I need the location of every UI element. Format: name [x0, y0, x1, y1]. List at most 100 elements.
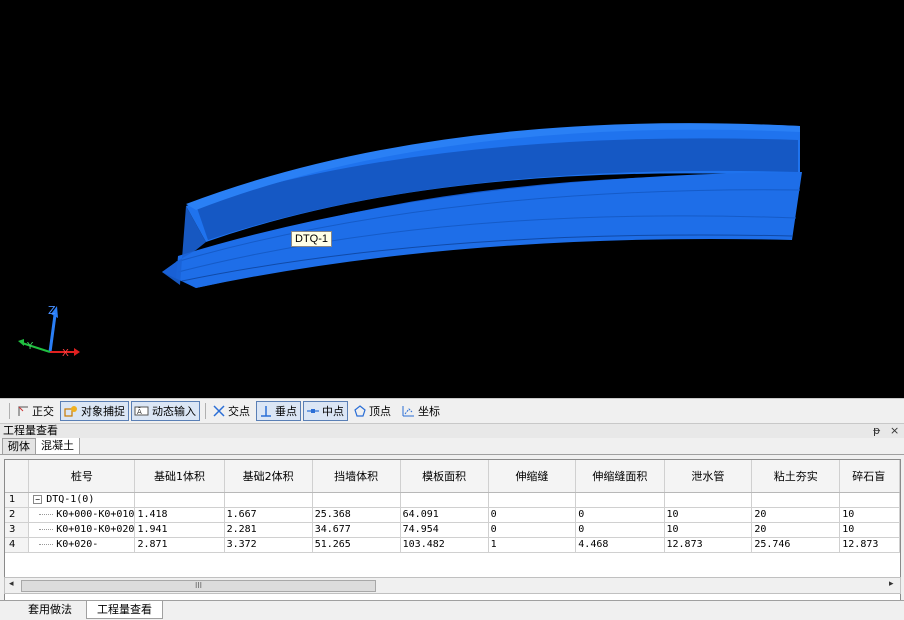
tree-branch: [39, 528, 54, 530]
column-header[interactable]: 泄水管: [664, 460, 753, 493]
table-cell[interactable]: 1.667: [224, 507, 313, 523]
horizontal-scrollbar[interactable]: ◂ III ▸: [4, 577, 901, 594]
row-number: 1: [5, 492, 30, 508]
column-header[interactable]: 基础1体积: [134, 460, 225, 493]
table-cell[interactable]: 51.265: [312, 537, 401, 553]
station-cell[interactable]: − DTQ-1(0): [28, 492, 136, 508]
scroll-left-icon[interactable]: ◂: [9, 579, 14, 589]
table-cell[interactable]: [134, 492, 225, 508]
material-tabs: 砌体 混凝土: [0, 437, 904, 455]
column-header[interactable]: 挡墙体积: [312, 460, 401, 493]
vertex-button[interactable]: 顶点: [350, 401, 395, 421]
table-row[interactable]: 4 K0+020- 2.871 3.372 51.265 103.482 1 4…: [5, 537, 900, 553]
table-cell[interactable]: 10: [664, 507, 753, 523]
station-label: K0+020-: [56, 539, 99, 550]
column-header[interactable]: 模板面积: [400, 460, 489, 493]
intersection-icon: [213, 405, 225, 417]
table-cell[interactable]: [488, 492, 577, 508]
close-icon[interactable]: ×: [890, 424, 899, 438]
station-cell[interactable]: K0+000-K0+010: [28, 507, 136, 523]
perpendicular-button[interactable]: 垂点: [256, 401, 301, 421]
table-cell[interactable]: [400, 492, 489, 508]
scroll-right-icon[interactable]: ▸: [889, 579, 894, 589]
tab-masonry[interactable]: 砌体: [2, 438, 36, 454]
table-cell[interactable]: 0: [488, 507, 577, 523]
column-header[interactable]: 粘土夯实: [751, 460, 841, 493]
column-header[interactable]: 伸缩缝面积: [575, 460, 665, 493]
dynamic-input-button[interactable]: Ā 动态输入: [131, 401, 200, 421]
ortho-button[interactable]: 正交: [13, 401, 58, 421]
station-label: DTQ-1(0): [46, 494, 95, 505]
tab-apply-method[interactable]: 套用做法: [18, 601, 82, 619]
z-axis-line: [48, 314, 57, 353]
table-cell[interactable]: 2.871: [134, 537, 225, 553]
table-cell[interactable]: 12.873: [839, 537, 900, 553]
station-label: K0+000-K0+010: [56, 509, 135, 520]
table-cell[interactable]: [312, 492, 401, 508]
tab-concrete[interactable]: 混凝土: [35, 437, 80, 454]
table-row[interactable]: 1 − DTQ-1(0): [5, 492, 900, 508]
table-cell[interactable]: 34.677: [312, 522, 401, 538]
midpoint-icon: [307, 409, 319, 413]
table-cell[interactable]: 25.746: [751, 537, 841, 553]
tree-branch: [39, 543, 54, 545]
coordinate-icon: [402, 406, 414, 417]
station-cell[interactable]: K0+010-K0+020: [28, 522, 136, 538]
toolbar-separator: [205, 403, 206, 419]
table-cell[interactable]: 12.873: [664, 537, 753, 553]
coordinate-button[interactable]: 坐标: [397, 401, 444, 421]
table-cell[interactable]: [839, 492, 900, 508]
table-cell[interactable]: 1: [488, 537, 577, 553]
pin-icon[interactable]: ᵽ: [873, 424, 880, 438]
object-label[interactable]: DTQ-1: [291, 231, 332, 247]
table-cell[interactable]: 1.941: [134, 522, 225, 538]
row-number: 2: [5, 507, 30, 523]
column-header[interactable]: 伸缩缝: [488, 460, 577, 493]
table-cell[interactable]: 1.418: [134, 507, 225, 523]
table-cell[interactable]: 3.372: [224, 537, 313, 553]
table-cell[interactable]: 20: [751, 507, 841, 523]
x-axis-label: X: [62, 348, 69, 359]
table-cell[interactable]: 0: [575, 507, 665, 523]
table-row[interactable]: 2 K0+000-K0+010 1.418 1.667 25.368 64.09…: [5, 507, 900, 523]
table-cell[interactable]: 10: [839, 522, 900, 538]
table-row[interactable]: 3 K0+010-K0+020 1.941 2.281 34.677 74.95…: [5, 522, 900, 538]
table-cell[interactable]: 10: [664, 522, 753, 538]
table-cell[interactable]: 64.091: [400, 507, 489, 523]
table-cell[interactable]: [664, 492, 753, 508]
table-cell[interactable]: 0: [488, 522, 577, 538]
table-cell[interactable]: 103.482: [400, 537, 489, 553]
midpoint-button[interactable]: 中点: [303, 401, 348, 421]
perpendicular-label: 垂点: [275, 405, 297, 418]
dynamic-input-label: 动态输入: [152, 405, 196, 418]
vertex-icon: [354, 405, 366, 417]
scrollbar-thumb[interactable]: III: [21, 580, 376, 592]
axis-gizmo: Z X Y: [18, 304, 80, 359]
collapse-toggle-icon[interactable]: −: [33, 494, 43, 504]
table-cell[interactable]: 0: [575, 522, 665, 538]
table-cell[interactable]: [224, 492, 313, 508]
station-cell[interactable]: K0+020-: [28, 537, 136, 553]
table-cell[interactable]: 25.368: [312, 507, 401, 523]
3d-viewport[interactable]: Z X Y DTQ-1: [0, 0, 904, 398]
toolbar-grip[interactable]: [9, 403, 10, 419]
midpoint-label: 中点: [322, 405, 344, 418]
y-axis-arrow: [18, 339, 24, 346]
table-cell[interactable]: 20: [751, 522, 841, 538]
tab-quantity-view[interactable]: 工程量查看: [86, 601, 163, 619]
table-cell[interactable]: 2.281: [224, 522, 313, 538]
table-cell[interactable]: [575, 492, 665, 508]
intersection-button[interactable]: 交点: [209, 401, 254, 421]
svg-text:Ā: Ā: [137, 407, 142, 416]
object-snap-label: 对象捕捉: [81, 405, 125, 418]
column-header[interactable]: 桩号: [28, 460, 136, 493]
column-header[interactable]: 基础2体积: [224, 460, 313, 493]
snap-icon: [64, 406, 77, 417]
table-cell[interactable]: [751, 492, 841, 508]
object-snap-button[interactable]: 对象捕捉: [60, 401, 129, 421]
table-cell[interactable]: 74.954: [400, 522, 489, 538]
table-cell[interactable]: 10: [839, 507, 900, 523]
column-header[interactable]: 碎石盲: [839, 460, 900, 493]
table-cell[interactable]: 4.468: [575, 537, 665, 553]
tree-branch: [39, 513, 54, 515]
